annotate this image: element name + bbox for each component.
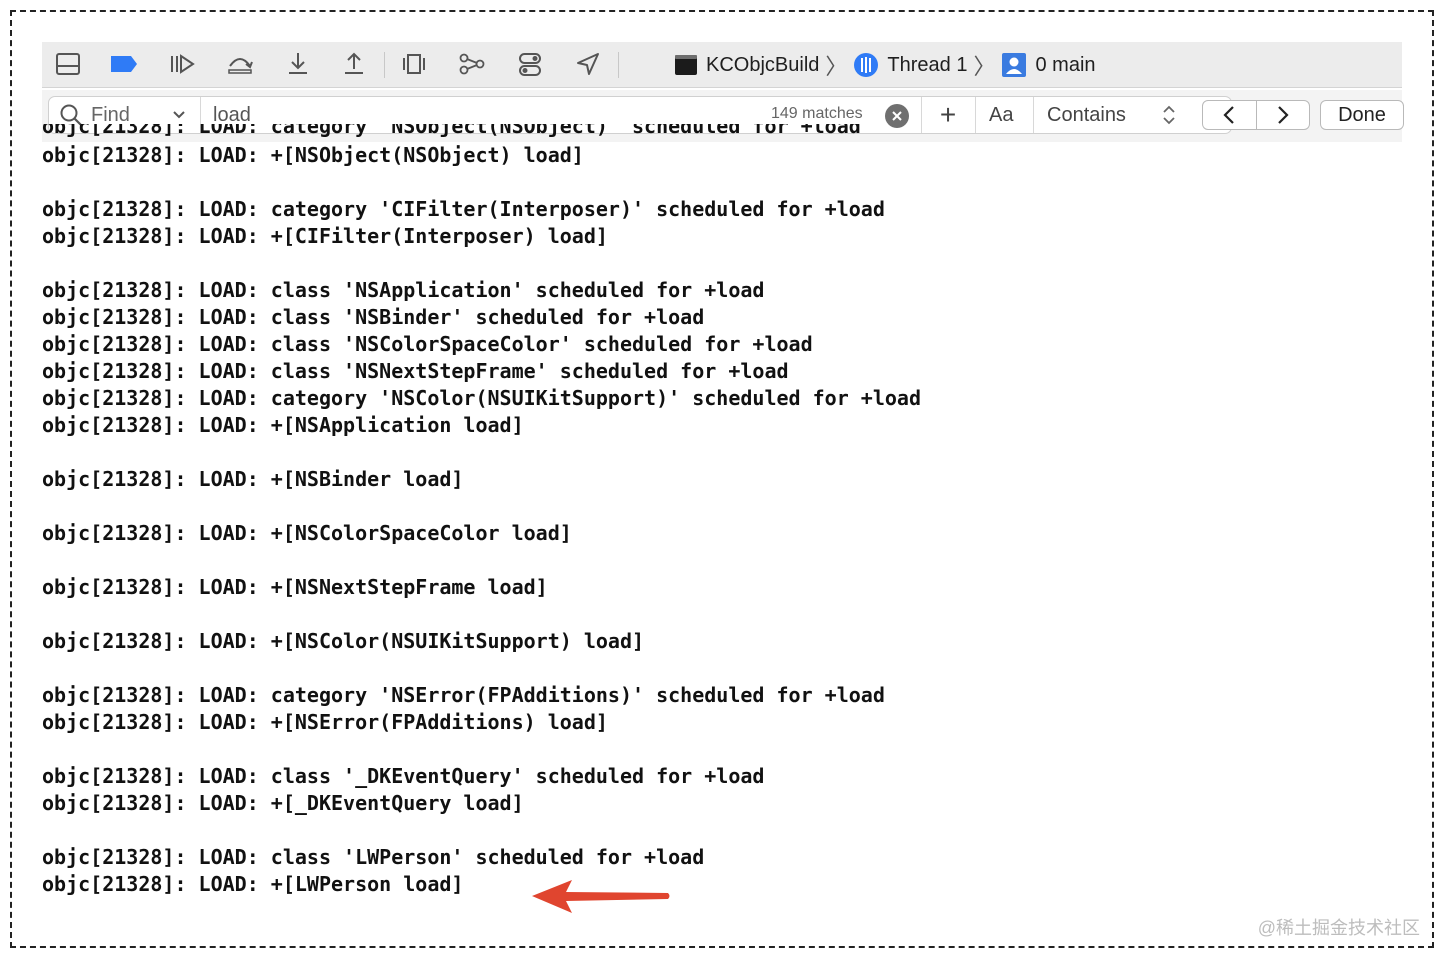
breadcrumb-frame-label: 0 main [1035, 53, 1096, 76]
console-line: objc[21328]: LOAD: category 'NSError(FPA… [42, 683, 885, 707]
environment-overrides-icon[interactable] [514, 50, 546, 78]
console-line: objc[21328]: LOAD: class 'NSColorSpaceCo… [42, 332, 813, 356]
console-line: objc[21328]: LOAD: class 'NSNextStepFram… [42, 359, 789, 383]
toolbar-separator [384, 52, 385, 78]
red-arrow-icon [532, 880, 670, 913]
thread-icon [854, 53, 879, 77]
breadcrumb: KCObjcBuild 〉 Thread 1 〉 0 main [674, 50, 1096, 80]
match-count: 149 matches [771, 105, 863, 122]
debug-toolbar: KCObjcBuild 〉 Thread 1 〉 0 main [42, 42, 1402, 88]
console-line: objc[21328]: LOAD: class 'NSApplication'… [42, 278, 765, 302]
console-line: objc[21328]: LOAD: +[NSColor(NSUIKitSupp… [42, 629, 645, 653]
step-over-icon[interactable] [224, 50, 256, 78]
console-line: objc[21328]: LOAD: +[NSNextStepFrame loa… [42, 575, 548, 599]
console-line: objc[21328]: LOAD: class '_DKEventQuery'… [42, 764, 765, 788]
chevron-right-icon: 〉 [973, 54, 996, 79]
breakpoints-toggle-icon[interactable] [108, 50, 140, 78]
terminal-app-icon [675, 55, 697, 75]
console-line: objc[21328]: LOAD: +[NSObject(NSObject) … [42, 143, 584, 167]
console-line: objc[21328]: LOAD: +[NSBinder load] [42, 467, 464, 491]
console-line: objc[21328]: LOAD: category 'NSColor(NSU… [42, 386, 921, 410]
field-divider [1033, 97, 1034, 133]
console-line: objc[21328]: LOAD: category 'CIFilter(In… [42, 197, 885, 221]
watermark: @稀土掘金技术社区 [1257, 918, 1420, 938]
field-divider [921, 97, 922, 133]
debug-view-hierarchy-icon[interactable] [398, 50, 430, 78]
chevron-right-icon: 〉 [825, 54, 848, 79]
console-output[interactable]: objc[21328]: LOAD: +[NSObject(NSObject) … [42, 142, 1402, 942]
console-line: objc[21328]: LOAD: class 'LWPerson' sche… [42, 845, 705, 869]
console-line: objc[21328]: LOAD: category 'NSObject(NS… [42, 124, 861, 138]
done-button[interactable]: Done [1320, 100, 1404, 130]
toolbar-separator [618, 52, 619, 78]
breadcrumb-thread[interactable]: Thread 1 [853, 52, 967, 78]
console-line: objc[21328]: LOAD: class 'NSBinder' sche… [42, 305, 705, 329]
chevron-down-icon [173, 111, 185, 119]
console-line: objc[21328]: LOAD: +[_DKEventQuery load] [42, 791, 524, 815]
chevron-left-icon [1223, 106, 1235, 124]
hide-debug-area-icon[interactable] [52, 50, 84, 78]
console-partial-line: objc[21328]: LOAD: category 'NSObject(NS… [42, 124, 861, 142]
chevron-right-icon [1277, 106, 1289, 124]
console-line: objc[21328]: LOAD: +[NSApplication load] [42, 413, 524, 437]
clear-search-button[interactable] [885, 104, 909, 128]
console-line: objc[21328]: LOAD: +[CIFilter(Interposer… [42, 224, 608, 248]
match-navigation [1202, 100, 1310, 130]
console-line: objc[21328]: LOAD: +[NSColorSpaceColor l… [42, 521, 572, 545]
step-out-icon[interactable] [338, 50, 370, 78]
breadcrumb-target[interactable]: KCObjcBuild [674, 54, 819, 77]
console-line: objc[21328]: LOAD: +[LWPerson load] [42, 872, 464, 896]
add-pattern-button[interactable]: + [933, 99, 963, 131]
next-match-button[interactable] [1255, 101, 1310, 129]
continue-icon[interactable] [166, 50, 198, 78]
step-into-icon[interactable] [282, 50, 314, 78]
console-line: objc[21328]: LOAD: +[NSError(FPAdditions… [42, 710, 608, 734]
ignore-case-button[interactable]: Aa [989, 104, 1013, 127]
up-down-chevron-icon [1163, 105, 1175, 125]
previous-match-button[interactable] [1203, 101, 1256, 129]
breadcrumb-frame[interactable]: 0 main [1001, 52, 1096, 78]
breadcrumb-target-label: KCObjcBuild [706, 53, 820, 76]
breadcrumb-thread-label: Thread 1 [887, 53, 968, 76]
stack-frame-user-icon [1002, 53, 1027, 77]
close-icon [892, 111, 902, 121]
simulate-location-icon[interactable] [572, 50, 604, 78]
debug-memory-graph-icon[interactable] [456, 50, 488, 78]
field-divider [975, 97, 976, 133]
